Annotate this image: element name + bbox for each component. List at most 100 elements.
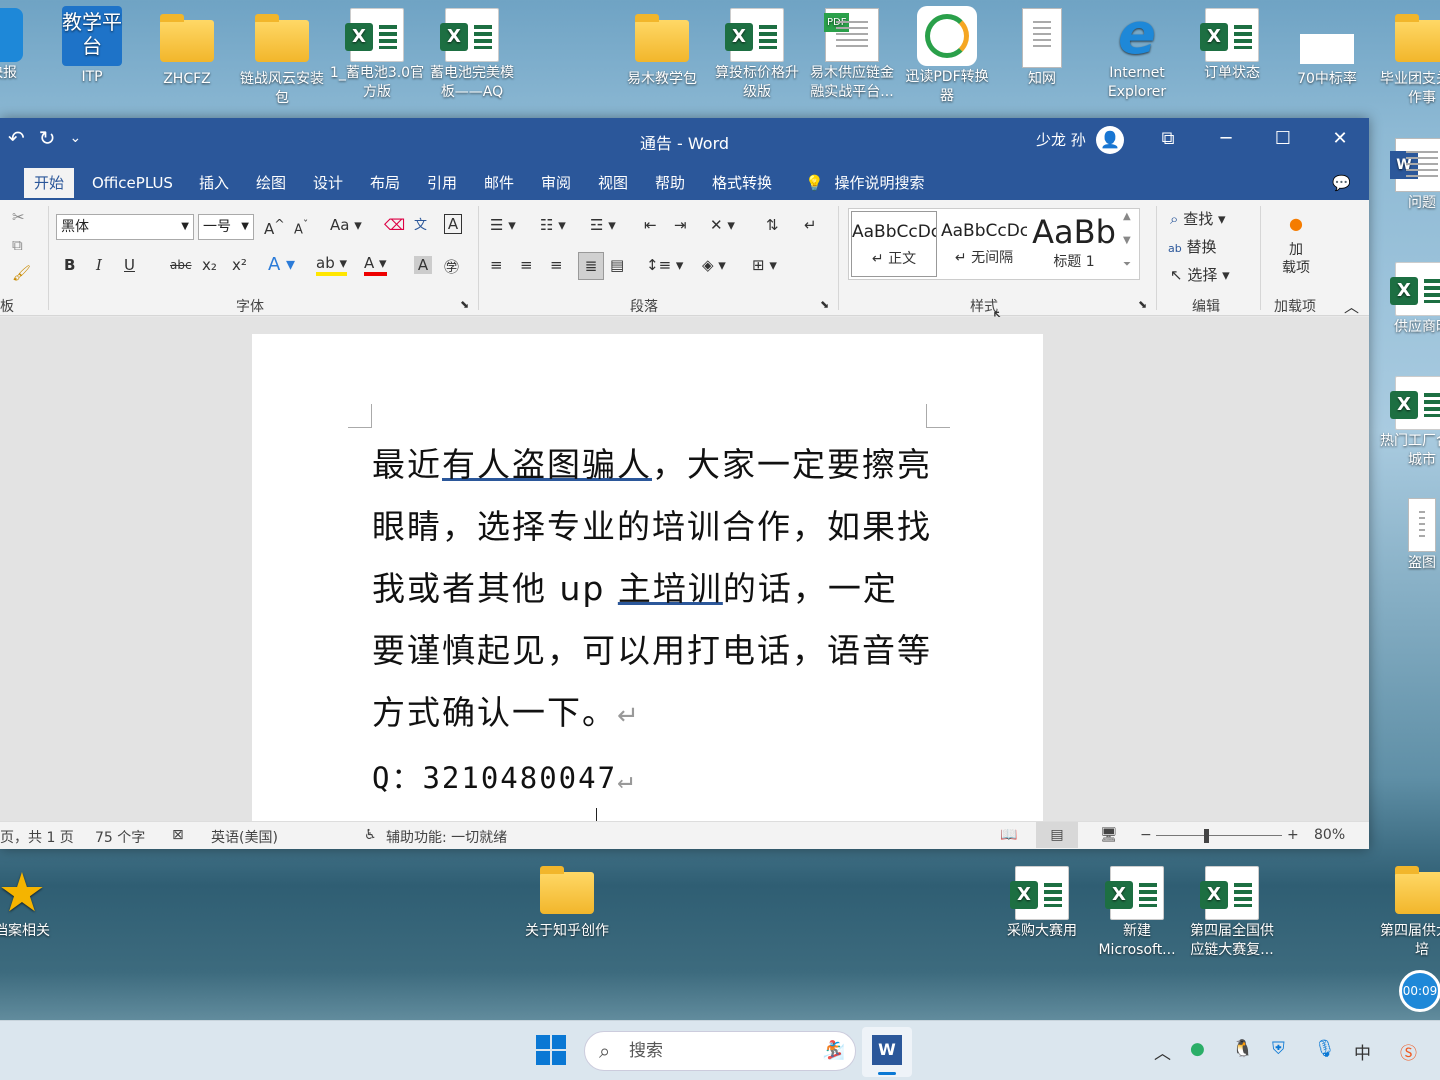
char-border-icon[interactable]: A	[444, 214, 462, 234]
desktop-icon-zhihu[interactable]: 关于知乎创作	[519, 864, 615, 941]
proofing-icon[interactable]: ⊠	[172, 827, 184, 843]
redo-icon[interactable]: ↻	[39, 126, 56, 150]
paragraph-dialog-launcher-icon[interactable]: ⬊	[820, 298, 829, 311]
desktop-icon-yimu-pack[interactable]: 易木教学包	[614, 8, 710, 89]
styles-scroll-up-icon[interactable]: ▲	[1123, 211, 1131, 222]
styles-more-icon[interactable]: ⏷	[1123, 259, 1131, 270]
desktop-icon-battery-template[interactable]: X 蓄电池完美模板——AQ	[424, 0, 520, 102]
font-color-icon[interactable]: A ▾	[364, 254, 387, 276]
desktop-icon-wenti[interactable]: W 问题	[1374, 130, 1440, 213]
desktop-icon-daotu[interactable]: 盗图	[1374, 490, 1440, 573]
chinese-layout-icon[interactable]: ✕ ▾	[710, 216, 735, 234]
tab-format-convert[interactable]: 格式转换	[702, 168, 782, 200]
ribbon-display-button[interactable]: ⧉	[1148, 124, 1188, 154]
align-right-icon[interactable]: ≡	[550, 256, 563, 274]
addin-button[interactable]: ● 加 载项	[1280, 214, 1312, 277]
windows-start-icon[interactable]	[536, 1035, 566, 1065]
phonetic-guide-icon[interactable]: 文	[414, 214, 427, 233]
maximize-button[interactable]: ☐	[1263, 124, 1303, 154]
desktop-icon-ie[interactable]: e Internet Explorer	[1089, 0, 1185, 102]
comments-icon[interactable]: 💬	[1322, 168, 1361, 200]
read-mode-icon[interactable]: 📖	[1000, 827, 1017, 843]
styles-scroll-down-icon[interactable]: ▼	[1123, 235, 1131, 246]
desktop-icon-70-rate[interactable]: 70中标率	[1279, 8, 1375, 89]
user-name[interactable]: 少龙 孙	[1036, 129, 1086, 150]
font-name-combo[interactable]: 黑体 ▼	[56, 214, 194, 240]
enclose-char-icon[interactable]: ㊫	[444, 256, 459, 277]
customize-qa-icon[interactable]: ⌄	[70, 126, 82, 150]
tab-help[interactable]: 帮助	[645, 168, 695, 200]
word-taskbar-icon[interactable]: W	[862, 1027, 912, 1077]
bullets-icon[interactable]: ☰ ▾	[490, 216, 516, 234]
status-accessibility[interactable]: 辅助功能: 一切就绪	[386, 827, 507, 847]
format-painter-icon[interactable]: 🖌	[12, 264, 31, 282]
tab-view[interactable]: 视图	[588, 168, 638, 200]
tab-design[interactable]: 设计	[303, 168, 353, 200]
avatar[interactable]: 👤	[1096, 126, 1124, 154]
status-page[interactable]: 页，共 1 页	[0, 827, 74, 847]
cut-icon[interactable]: ✂	[12, 208, 25, 226]
tab-insert[interactable]: 插入	[189, 168, 239, 200]
document-body[interactable]: 最近有人盗图骗人，大家一定要擦亮眼睛，选择专业的培训合作，如果找我或者其他 up…	[372, 434, 932, 811]
highlight-icon[interactable]: ab ▾	[316, 254, 348, 276]
subscript-button[interactable]: x₂	[202, 256, 217, 274]
minimize-button[interactable]: ─	[1206, 124, 1246, 154]
numbering-icon[interactable]: ☷ ▾	[540, 216, 566, 234]
web-layout-icon[interactable]: 🖥	[1100, 827, 1118, 843]
undo-icon[interactable]: ↶	[8, 126, 25, 150]
font-size-combo[interactable]: 一号 ▼	[198, 214, 254, 240]
desktop-icon-battery30[interactable]: X 1_蓄电池3.0官方版	[329, 0, 425, 102]
desktop-icon-archive[interactable]: ★ 档案相关	[0, 858, 70, 941]
change-case-icon[interactable]: Aa ▾	[330, 216, 362, 234]
tab-draw[interactable]: 绘图	[246, 168, 296, 200]
document-page[interactable]: 最近有人盗图骗人，大家一定要擦亮眼睛，选择专业的培训合作，如果找我或者其他 up…	[252, 334, 1043, 821]
underline-button[interactable]: U	[124, 256, 135, 274]
style-normal[interactable]: AaBbCcDc ↵ 正文	[851, 211, 937, 277]
multilevel-list-icon[interactable]: ☲ ▾	[590, 216, 616, 234]
wechat-icon[interactable]: ●	[1190, 1039, 1205, 1059]
style-no-spacing[interactable]: AaBbCcDc ↵ 无间隔	[941, 211, 1027, 277]
security-shield-icon[interactable]: ⛨	[1272, 1039, 1285, 1059]
justify-icon[interactable]: ≣	[578, 252, 604, 280]
tab-officeplus[interactable]: OfficePLUS	[82, 168, 183, 200]
strikethrough-button[interactable]: abc	[170, 258, 192, 272]
copy-icon[interactable]: ⧉	[12, 236, 23, 254]
zoom-level[interactable]: 80%	[1314, 827, 1345, 843]
decrease-indent-icon[interactable]: ⇤	[644, 216, 657, 234]
close-button[interactable]: ✕	[1320, 124, 1360, 154]
desktop-icon-yimu-finance[interactable]: PDF 易木供应链金融实战平台...	[804, 0, 900, 102]
align-center-icon[interactable]: ≡	[520, 256, 533, 274]
align-left-icon[interactable]: ≡	[490, 256, 503, 274]
desktop-icon-supplier[interactable]: X 供应商时	[1374, 254, 1440, 337]
desktop-icon-lianzhan[interactable]: 链战风云安装包	[234, 8, 330, 108]
distributed-icon[interactable]: ▤	[610, 256, 624, 274]
desktop-icon-cnki[interactable]: 知网	[994, 0, 1090, 89]
desktop-icon-0[interactable]: KI 木快报	[0, 0, 44, 83]
tab-references[interactable]: 引用	[417, 168, 467, 200]
show-marks-icon[interactable]: ↵	[804, 216, 817, 234]
desktop-icon-hot-factory[interactable]: X 热门工厂合会城市	[1374, 368, 1440, 470]
text-effects-icon[interactable]: A ▾	[268, 254, 295, 275]
qq-icon[interactable]: 🐧	[1232, 1039, 1253, 1059]
italic-button[interactable]: I	[96, 256, 102, 274]
tab-mailings[interactable]: 邮件	[474, 168, 524, 200]
zoom-out-icon[interactable]: −	[1140, 827, 1152, 843]
replace-button[interactable]: ab 替换	[1168, 236, 1217, 257]
clear-format-icon[interactable]: ⌫	[384, 216, 405, 234]
line-spacing-icon[interactable]: ↕≡ ▾	[646, 256, 683, 274]
char-shading-icon[interactable]: A	[414, 256, 432, 274]
status-language[interactable]: 英语(美国)	[211, 827, 278, 847]
sort-icon[interactable]: ⇅	[766, 216, 779, 234]
sogou-icon[interactable]: Ⓢ	[1400, 1039, 1417, 1064]
status-word-count[interactable]: 75 个字	[95, 827, 145, 847]
font-dialog-launcher-icon[interactable]: ⬊	[460, 298, 469, 311]
styles-dialog-launcher-icon[interactable]: ⬊	[1138, 298, 1147, 311]
taskbar-search[interactable]: ⌕ 搜索 🏂	[584, 1031, 856, 1071]
zoom-slider[interactable]	[1156, 835, 1282, 836]
microphone-icon[interactable]: 🎙	[1314, 1039, 1336, 1059]
desktop-icon-4th-contest[interactable]: X 第四届全国供应链大赛复...	[1184, 858, 1280, 960]
desktop-icon-zhcfz[interactable]: ZHCFZ	[139, 8, 235, 89]
grow-font-icon[interactable]: A^	[264, 216, 285, 238]
timer-badge[interactable]: 00:09	[1399, 970, 1440, 1012]
input-method[interactable]: 中	[1354, 1039, 1371, 1064]
